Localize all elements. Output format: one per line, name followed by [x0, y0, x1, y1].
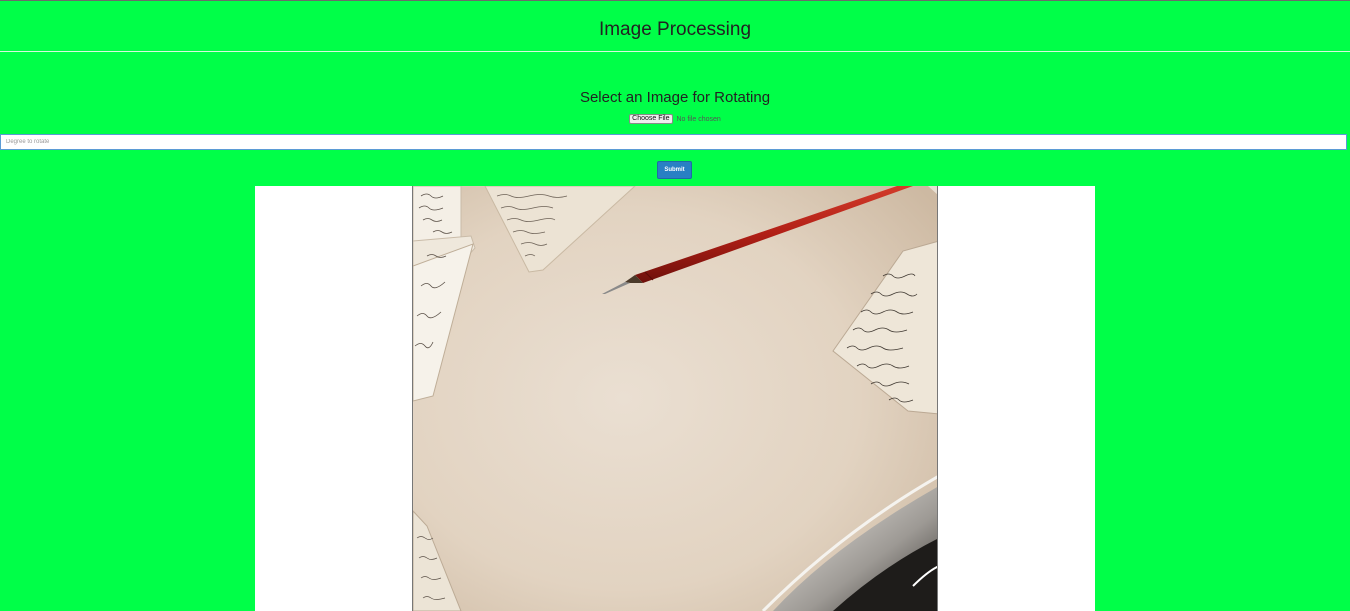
result-panel — [255, 186, 1095, 611]
desk-still-life-image — [413, 186, 937, 611]
choose-file-button[interactable]: Choose File — [629, 114, 673, 124]
page-title: Image Processing — [598, 19, 752, 40]
submit-button[interactable]: Submit — [657, 161, 692, 179]
file-picker: Choose File No file chosen — [0, 114, 1350, 124]
page-header: Image Processing — [0, 1, 1350, 52]
file-status-text: No file chosen — [676, 115, 721, 123]
degree-input[interactable] — [0, 134, 1347, 150]
rotated-image-preview — [412, 186, 938, 611]
select-image-heading: Select an Image for Rotating — [579, 89, 771, 106]
